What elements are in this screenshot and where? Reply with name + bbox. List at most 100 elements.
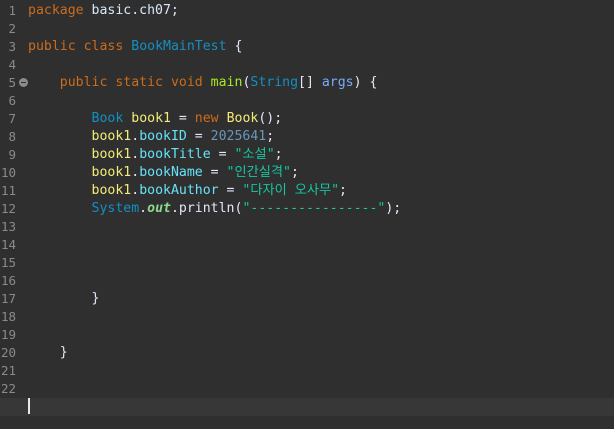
code-line[interactable] [28,218,614,236]
operator-token: = [186,129,211,144]
line-number: 18 [0,309,16,324]
package-name-token: basic.ch07; [83,3,179,18]
line-number: 15 [0,255,16,270]
semicolon-token: ; [266,129,275,144]
field-token: bookID [139,129,187,144]
string-literal-token: "인간실격" [226,165,291,180]
semicolon-token: ; [290,165,299,180]
line-number: 1 [8,3,16,18]
line-number: 21 [0,363,16,378]
keyword-token: new [194,111,219,126]
dot-token: . [131,165,140,180]
code-line[interactable]: public static void main(String[] args) { [28,74,614,92]
paren-token: ) { [353,75,378,90]
line-number: 10 [0,165,16,180]
constructor-token: Book [226,111,259,126]
operator-token: = [202,165,227,180]
semicolon-token: ; [274,147,283,162]
variable-token: book1 [91,165,132,180]
line-number: 22 [0,381,16,396]
code-line[interactable] [28,326,614,344]
variable-token: book1 [91,129,132,144]
bracket-token: [] [298,75,322,90]
dot-token: . [131,183,140,198]
line-number: 14 [0,237,16,252]
code-line[interactable]: package basic.ch07; [28,2,614,20]
line-number-gutter: 1 2 3 4 5 6 7 8 9 10 11 12 13 14 15 16 1… [0,2,28,416]
code-line[interactable]: book1.bookTitle = "소설"; [28,146,614,164]
keyword-token: class [83,39,124,54]
parameter-token: args [321,75,354,90]
code-line[interactable] [28,362,614,380]
keyword-token: static [115,75,163,90]
line-number: 2 [8,21,16,36]
code-line[interactable] [28,308,614,326]
line-number: 9 [8,147,16,162]
brace-token: } [59,345,68,360]
keyword-token: public [28,39,76,54]
operator-token: = [170,111,195,126]
string-literal-token: "다자이 오사무" [242,183,340,198]
brace-token: } [91,291,100,306]
keyword-token: package [28,3,84,18]
line-number: 17 [0,291,16,306]
code-line[interactable]: book1.bookName = "인간실격"; [28,164,614,182]
code-line[interactable] [28,20,614,38]
code-line[interactable] [28,92,614,110]
line-number-with-fold: 5 [0,74,28,92]
line-number: 13 [0,219,16,234]
field-token: bookTitle [139,147,211,162]
line-number: 7 [8,111,16,126]
field-token: bookAuthor [139,183,219,198]
dot-token: . [131,129,140,144]
variable-token: book1 [91,147,132,162]
code-line[interactable]: public class BookMainTest { [28,38,614,56]
line-number: 5 [8,75,16,90]
code-line[interactable] [28,236,614,254]
variable-token: book1 [131,111,171,126]
type-token: Book [91,111,124,126]
text-caret [28,398,30,414]
code-area[interactable]: package basic.ch07; public class BookMai… [0,2,614,416]
keyword-token: void [170,75,203,90]
variable-token: book1 [91,183,132,198]
field-token: bookName [139,165,203,180]
paren-token: ); [385,201,402,216]
line-number: 12 [0,201,16,216]
code-line[interactable]: } [28,290,614,308]
code-line[interactable]: Book book1 = new Book(); [28,110,614,128]
class-name-token: BookMainTest [131,39,227,54]
paren-token: (); [258,111,283,126]
current-code-line[interactable] [0,398,614,416]
type-token: String [250,75,299,90]
code-editor[interactable]: 1 2 3 4 5 6 7 8 9 10 11 12 13 14 15 16 1… [0,0,614,429]
collapse-fold-icon[interactable] [19,78,28,87]
code-line[interactable] [28,380,614,398]
line-number: 8 [8,129,16,144]
code-line[interactable] [28,254,614,272]
operator-token: = [218,183,243,198]
brace-token: { [226,39,243,54]
code-line[interactable]: System.out.println("----------------"); [28,200,614,218]
operator-token: = [210,147,235,162]
method-name-token: println [178,201,235,216]
code-line[interactable]: } [28,344,614,362]
line-number: 3 [8,39,16,54]
line-number: 4 [8,57,16,72]
string-literal-token: "소설" [234,147,275,162]
dot-token: . [139,201,148,216]
code-line[interactable] [28,56,614,74]
dot-token: . [170,201,179,216]
dot-token: . [131,147,140,162]
code-line[interactable]: book1.bookAuthor = "다자이 오사무"; [28,182,614,200]
keyword-token: public [59,75,108,90]
line-number: 11 [0,183,16,198]
line-number: 19 [0,327,16,342]
number-literal-token: 2025641 [210,129,267,144]
code-line[interactable] [28,272,614,290]
semicolon-token: ; [339,183,347,198]
code-line[interactable]: book1.bookID = 2025641; [28,128,614,146]
line-number: 6 [8,93,16,108]
string-literal-token: "----------------" [242,201,386,216]
method-name-token: main [210,75,243,90]
